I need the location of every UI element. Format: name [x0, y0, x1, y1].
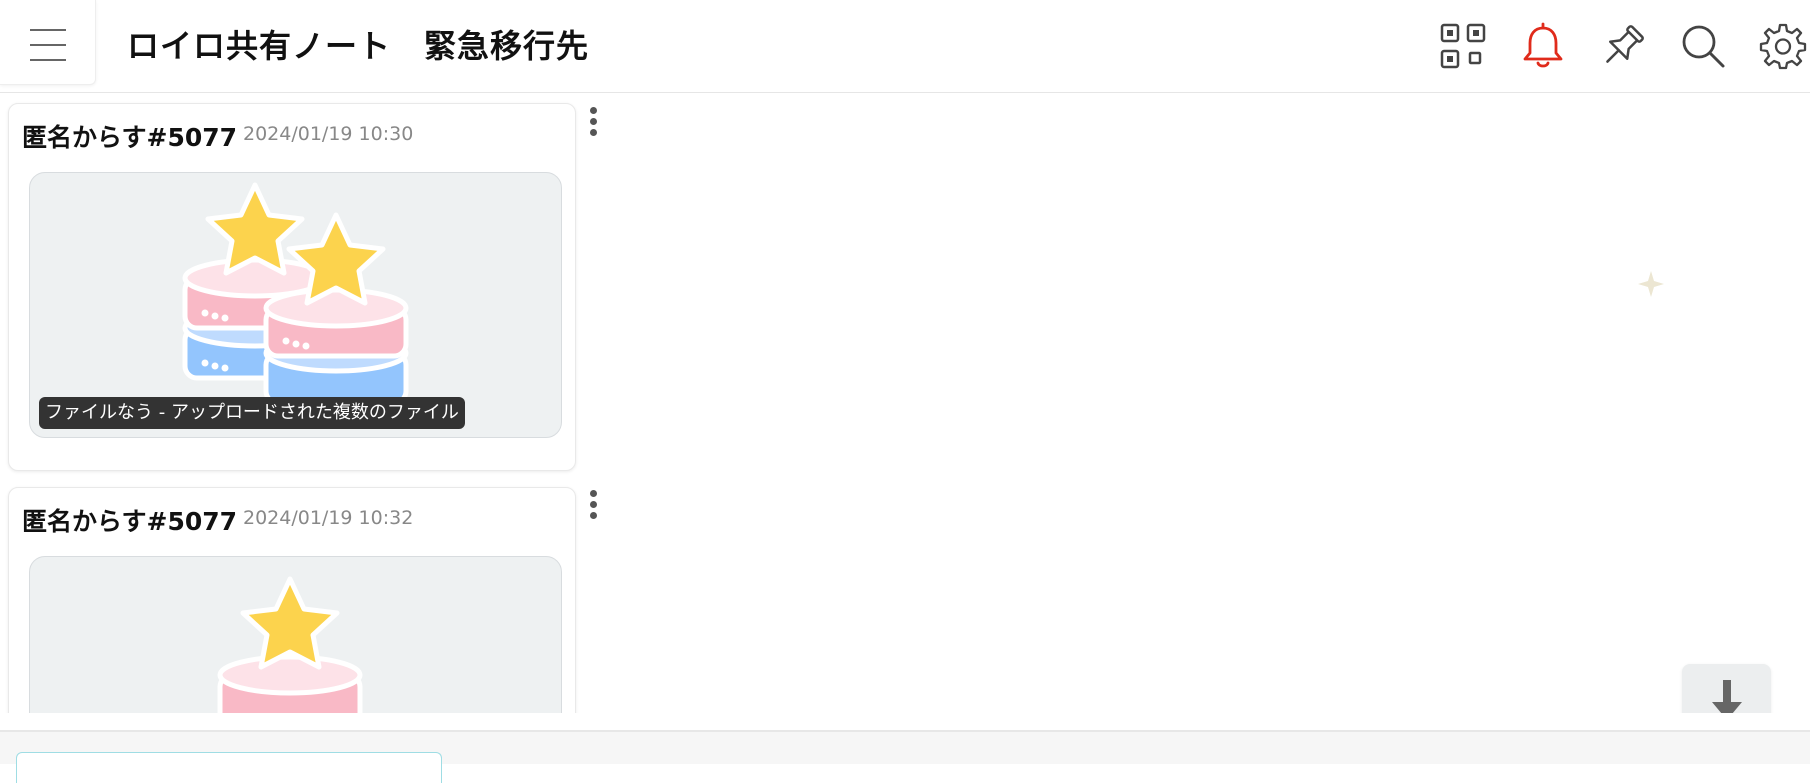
sparkle-icon: [1638, 271, 1664, 297]
pin-icon: [1606, 25, 1644, 63]
post-image[interactable]: [29, 556, 562, 713]
compose-bar: [0, 730, 1810, 783]
gear-icon: [1759, 23, 1807, 70]
app-header: ロイロ共有ノート 緊急移行先: [0, 0, 1810, 93]
post-card[interactable]: 匿名からす#5077 2024/01/19 10:32: [8, 487, 576, 713]
notifications-button[interactable]: [1519, 22, 1567, 70]
search-icon: [1682, 25, 1725, 68]
menu-icon-bar: [30, 59, 66, 61]
more-vertical-icon-dot: [589, 118, 597, 125]
pinned-button[interactable]: [1599, 22, 1647, 70]
post-timestamp: 2024/01/19 10:30: [243, 123, 414, 145]
compose-input[interactable]: [16, 752, 442, 783]
page-title: ロイロ共有ノート 緊急移行先: [127, 27, 590, 65]
menu-button[interactable]: [0, 0, 96, 85]
timeline[interactable]: 匿名からす#5077 2024/01/19 10:30 ファイルなう - アップ…: [0, 93, 1810, 713]
bell-icon: [1523, 22, 1563, 68]
more-vertical-icon-dot: [589, 129, 597, 136]
post-card[interactable]: 匿名からす#5077 2024/01/19 10:30 ファイルなう - アップ…: [8, 103, 576, 471]
post-timestamp: 2024/01/19 10:32: [243, 507, 414, 529]
post-author: 匿名からす#5077: [22, 507, 238, 536]
qr-code-icon: [1440, 23, 1486, 69]
download-button[interactable]: [1682, 664, 1771, 713]
image-caption: ファイルなう - アップロードされた複数のファイル: [39, 397, 465, 429]
file-storage-illustration: [217, 576, 363, 713]
search-button[interactable]: [1679, 22, 1727, 70]
more-vertical-icon: [589, 490, 597, 497]
download-icon: [1712, 680, 1742, 713]
more-vertical-icon-dot: [589, 512, 597, 519]
qr-code-button[interactable]: [1439, 22, 1487, 70]
post-menu-button[interactable]: [583, 107, 603, 143]
more-vertical-icon: [589, 107, 597, 114]
post-author: 匿名からす#5077: [22, 123, 238, 152]
post-image[interactable]: ファイルなう - アップロードされた複数のファイル: [29, 172, 562, 438]
menu-icon-bar: [30, 44, 66, 46]
more-vertical-icon-dot: [589, 501, 597, 508]
post-menu-button[interactable]: [583, 490, 603, 526]
settings-button[interactable]: [1759, 22, 1807, 70]
menu-icon: [30, 29, 66, 31]
